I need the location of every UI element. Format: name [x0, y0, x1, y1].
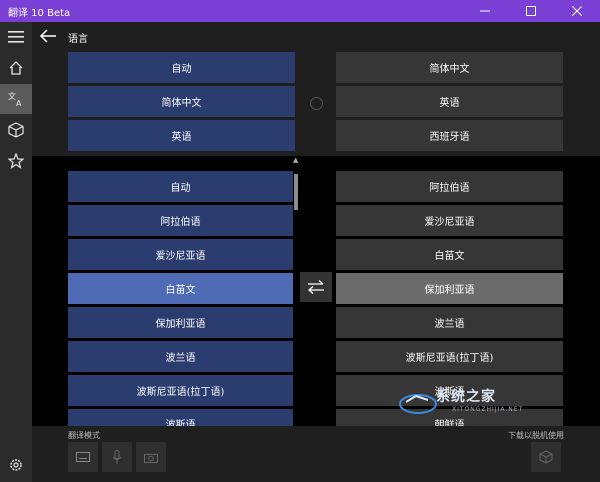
target-item-5[interactable]: 波斯尼亚语(拉丁语): [336, 341, 563, 372]
menu-button[interactable]: [0, 22, 32, 52]
download-label: 下载以脱机使用: [508, 431, 564, 440]
recent-source-1[interactable]: 自动: [68, 52, 295, 83]
keyboard-mode-button[interactable]: [68, 442, 98, 472]
recent-source-2[interactable]: 简体中文: [68, 86, 295, 117]
swap-languages-button[interactable]: [300, 272, 332, 302]
source-item-0[interactable]: 自动: [68, 171, 293, 202]
swap-icon: [308, 280, 324, 294]
recent-source-3[interactable]: 英语: [68, 120, 295, 151]
sidebar-item-packages[interactable]: [0, 115, 32, 145]
microphone-icon: [112, 450, 122, 464]
page-header: 语言: [32, 22, 600, 52]
star-icon: [8, 153, 24, 169]
camera-icon: [144, 453, 158, 463]
svg-text:文: 文: [8, 91, 16, 101]
watermark-subtext: XITONGZHIJIA.NET: [452, 406, 524, 413]
maximize-icon: [526, 6, 536, 16]
back-arrow-icon[interactable]: [38, 26, 58, 46]
maximize-button[interactable]: [508, 0, 554, 22]
target-item-1[interactable]: 爱沙尼亚语: [336, 205, 563, 236]
minimize-icon: [480, 10, 490, 12]
recent-target-1[interactable]: 简体中文: [336, 52, 563, 83]
hamburger-icon: [8, 31, 24, 43]
source-item-2[interactable]: 爱沙尼亚语: [68, 239, 293, 270]
bottom-bar: 翻译模式 下载以脱机使用: [32, 426, 600, 482]
history-icon: [310, 97, 323, 110]
source-item-4[interactable]: 保加利亚语: [68, 307, 293, 338]
voice-mode-button[interactable]: [102, 442, 132, 472]
source-item-1[interactable]: 阿拉伯语: [68, 205, 293, 236]
target-item-selected[interactable]: 保加利亚语: [336, 273, 563, 304]
scrollbar-thumb[interactable]: [294, 174, 298, 210]
target-item-0[interactable]: 阿拉伯语: [336, 171, 563, 202]
sidebar-item-favorites[interactable]: [0, 146, 32, 176]
close-button[interactable]: [554, 0, 600, 22]
camera-mode-button[interactable]: [136, 442, 166, 472]
box-icon: [539, 450, 553, 464]
watermark-text: 系统之家: [436, 389, 496, 405]
sidebar-item-language[interactable]: 文A: [0, 84, 32, 114]
recent-target-3[interactable]: 西班牙语: [336, 120, 563, 151]
language-icon: 文A: [8, 91, 22, 107]
minimize-button[interactable]: [462, 0, 508, 22]
window-title: 翻译 10 Beta: [8, 7, 71, 19]
target-item-4[interactable]: 波兰语: [336, 307, 563, 338]
target-item-2[interactable]: 白苗文: [336, 239, 563, 270]
box-icon: [8, 122, 24, 138]
svg-text:A: A: [16, 99, 22, 107]
source-item-7[interactable]: 波斯语: [68, 409, 293, 426]
scroll-up-icon[interactable]: ▲: [293, 156, 298, 164]
source-item-selected[interactable]: 白苗文: [68, 273, 293, 304]
gear-icon: [10, 459, 22, 471]
page-title: 语言: [68, 34, 88, 45]
recent-target-2[interactable]: 英语: [336, 86, 563, 117]
source-item-5[interactable]: 波兰语: [68, 341, 293, 372]
sidebar: 文A: [0, 22, 32, 482]
mode-label: 翻译模式: [68, 431, 100, 440]
source-item-6[interactable]: 波斯尼亚语(拉丁语): [68, 375, 293, 406]
title-bar: 翻译 10 Beta: [0, 0, 600, 22]
sidebar-item-home[interactable]: [0, 53, 32, 83]
home-icon: [9, 61, 23, 75]
settings-button[interactable]: [0, 450, 32, 480]
source-scrollbar[interactable]: ▲: [293, 156, 299, 426]
keyboard-icon: [76, 452, 90, 462]
download-offline-button[interactable]: [531, 442, 561, 472]
close-icon: [572, 6, 582, 16]
